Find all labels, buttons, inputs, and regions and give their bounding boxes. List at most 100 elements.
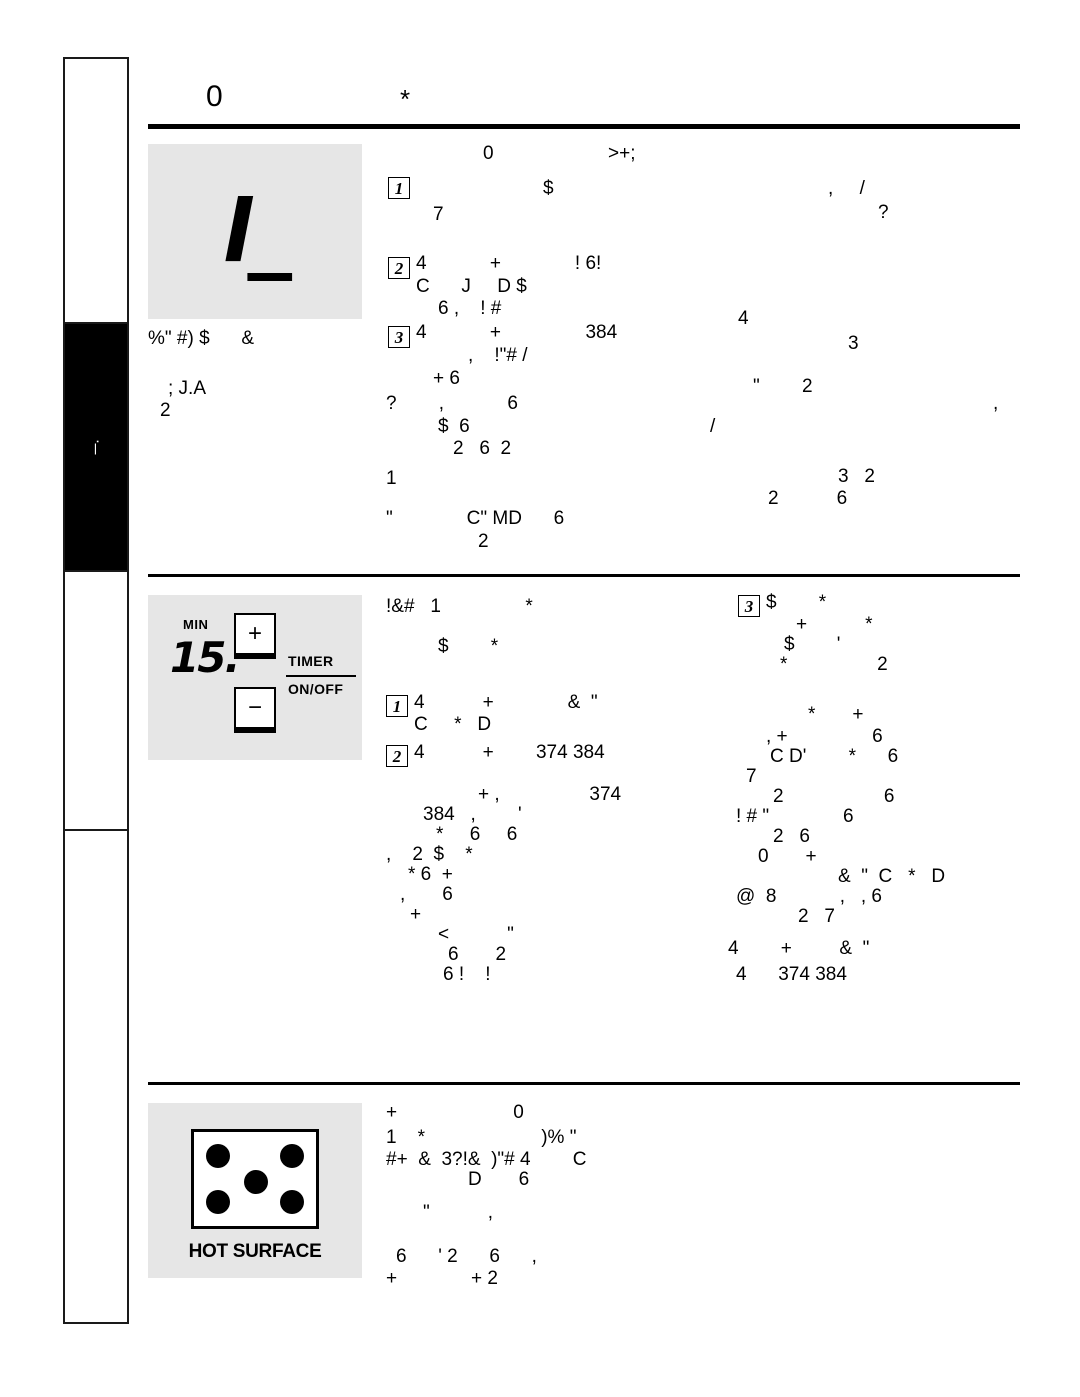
section-hot-surface: HOT SURFACE + 0 1 * )% " #+ & 3?!& )"# 4… [148, 1085, 1020, 1315]
figure-caption-line: ; J.A [168, 378, 207, 399]
cooktop-diagram [191, 1129, 319, 1229]
step-text-line: * 2 [780, 654, 888, 675]
page-title-suffix: * [400, 84, 411, 114]
sidebar-item-tab-2-active[interactable]: —. [65, 324, 127, 570]
sidebar-item-tab-1[interactable] [65, 59, 127, 322]
body-text-line: 6 ' 2 6 , [396, 1246, 537, 1267]
body-text-line: 4 + & " [728, 938, 870, 959]
step-number-box: 1 [388, 177, 410, 199]
section-heading-line: $ * [438, 636, 499, 657]
body-text-line: ! # " 6 [736, 806, 854, 827]
body-text-line: 2 [478, 531, 489, 552]
body-text-line: $ 6 [438, 416, 470, 437]
body-text-line: 4 374 384 [736, 964, 847, 985]
body-text-line: , / [828, 178, 865, 199]
body-text-line: ? [878, 202, 889, 223]
body-text-line: 384 , ' [423, 804, 522, 825]
body-text-line: " , [423, 1202, 494, 1223]
figure-caption-line: 2 [160, 400, 171, 421]
body-text-line: 2 6 [768, 488, 848, 509]
body-text-line: @ 8 , , 6 [736, 886, 882, 907]
body-text-line: + [410, 904, 422, 925]
body-text-line: 2 7 [798, 906, 835, 927]
step-number-box: 2 [388, 257, 410, 279]
step-text-line: 4 + 384 [416, 322, 618, 343]
plus-icon: + [247, 620, 262, 647]
body-text-line: " 2 [753, 376, 813, 397]
body-text-line: , 6 [400, 884, 453, 905]
body-text-line: 1 [386, 468, 397, 489]
body-text-line: + 0 [386, 1102, 524, 1123]
step-text-line: $ * [766, 592, 827, 613]
body-text-line: " C" MD 6 [386, 508, 565, 529]
step-number-box: 3 [388, 326, 410, 348]
step-number-box: 1 [386, 695, 408, 717]
body-text-line: 4 [738, 308, 749, 329]
step-number-box: 2 [386, 745, 408, 767]
step-text-line: $ [543, 178, 554, 199]
body-text-line: 2 6 [773, 826, 810, 847]
body-text-line: 3 2 [838, 466, 875, 487]
body-text-line: C D' * 6 [770, 746, 899, 767]
section-heading-line: !&# 1 * [386, 596, 533, 617]
timer-plus-button[interactable]: + [234, 613, 276, 655]
step-text-line: C * D [414, 714, 492, 735]
body-text-line: + + 2 [386, 1268, 498, 1289]
step-text-line: 7 [433, 204, 444, 225]
timer-minus-button[interactable]: − [234, 687, 276, 729]
body-text-line: , + 6 [766, 726, 883, 747]
step-text-line: 4 + 374 384 [414, 742, 605, 763]
step-number-box: 3 [738, 595, 760, 617]
step-text-line: 6 , ! # [438, 298, 502, 319]
figure-caption-line: %" #) $ & [148, 328, 255, 349]
lcd-figure: l_ [148, 144, 362, 319]
body-text-line: #+ & 3?!& )"# 4 C [386, 1149, 587, 1170]
section-heading-right: >+; [608, 143, 636, 164]
timer-label-divider [286, 675, 356, 677]
manual-page: —. 0 * l_ %" #) $ & ; J.A 2 0 >+; 1 $ 7 … [0, 0, 1080, 1397]
sidebar-thumb-tabs: —. [63, 57, 129, 1324]
section-lcd: l_ %" #) $ & ; J.A 2 0 >+; 1 $ 7 2 4 + !… [148, 129, 1020, 574]
lcd-digits: l_ [222, 181, 292, 282]
step-text-line: 4 + ! 6! [416, 253, 602, 274]
body-text-line: 3 [848, 333, 859, 354]
burner-icon [244, 1170, 268, 1194]
body-text-line: D 6 [468, 1169, 530, 1190]
burner-icon [206, 1144, 230, 1168]
body-text-line: 0 + [758, 846, 817, 867]
burner-icon [280, 1190, 304, 1214]
body-text-line: * 6 6 [436, 824, 518, 845]
timer-label: TIMER [288, 653, 334, 669]
hot-surface-label: HOT SURFACE [188, 1241, 322, 1262]
sidebar-item-label: —. [90, 439, 102, 455]
body-text-line: 1 * )% " [386, 1127, 577, 1148]
body-text-line: & " C * D [838, 866, 946, 887]
body-text-line: 6 ! ! [443, 964, 491, 985]
body-text-line: 2 6 [773, 786, 895, 807]
body-text-line: + , 374 [478, 784, 622, 805]
sidebar-item-tab-4[interactable] [65, 831, 127, 1322]
body-text-line: < " [438, 924, 514, 945]
step-text-line: $ ' [784, 634, 841, 655]
step-text-line: , !"# / [468, 345, 528, 366]
burner-icon [280, 1144, 304, 1168]
section-heading-left: 0 [483, 143, 494, 164]
page-header: 0 * [148, 60, 1020, 124]
page-title: 0 [206, 80, 223, 113]
section-timer: MIN 15. + − TIMER ON/OFF !&# 1 * $ * 1 4 [148, 577, 1020, 1082]
body-text-line: 6 2 [448, 944, 507, 965]
timer-min-label: MIN [183, 617, 209, 632]
body-text-line: , 2 $ * [386, 844, 473, 865]
timer-figure: MIN 15. + − TIMER ON/OFF [148, 595, 362, 760]
step-text-line: + * [796, 614, 873, 635]
step-text-line: + 6 [433, 368, 460, 389]
body-text-line: * + [808, 704, 864, 725]
sidebar-item-tab-3[interactable] [65, 572, 127, 829]
body-text-line: * 6 + [408, 864, 453, 885]
burner-icon [206, 1190, 230, 1214]
timer-lcd-digits: 15. [170, 633, 240, 682]
minus-icon: − [247, 694, 262, 721]
step-text-line: C J D $ [416, 276, 527, 297]
body-text-line: / [710, 416, 716, 437]
body-text-line: ? , 6 [386, 393, 518, 414]
